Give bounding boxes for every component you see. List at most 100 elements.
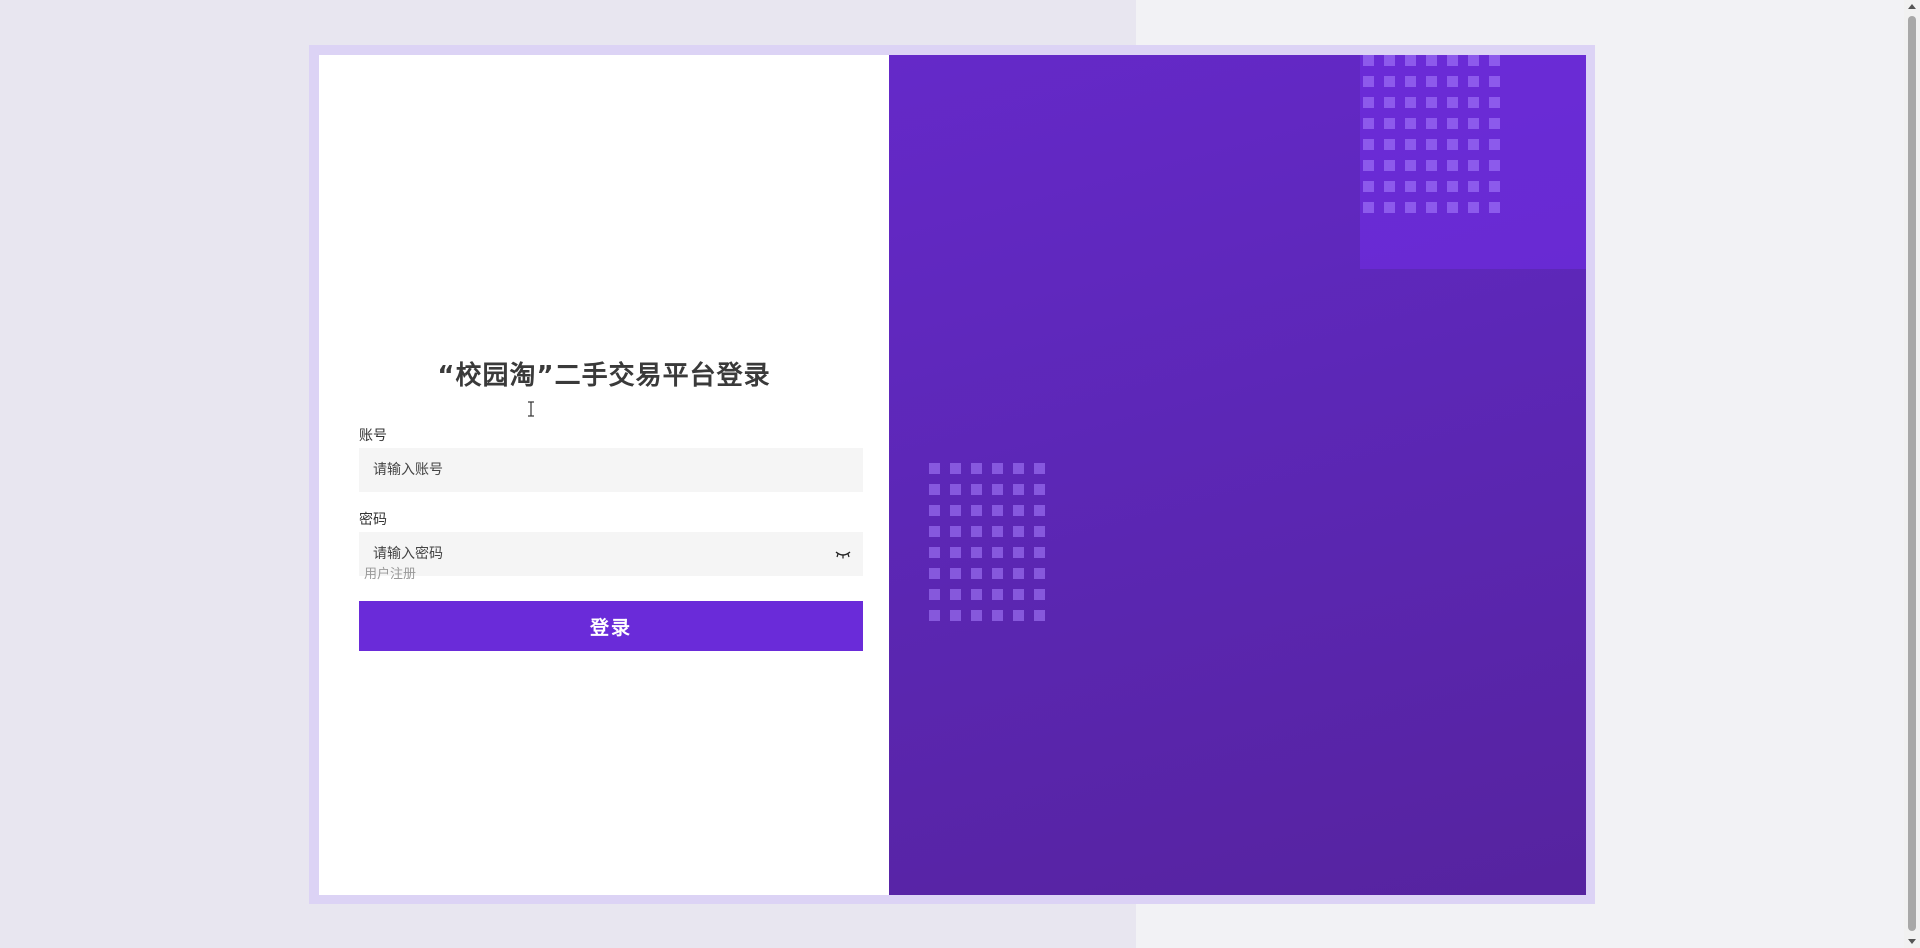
grid-dot — [950, 505, 961, 516]
grid-dot — [992, 547, 1003, 558]
grid-dot — [1034, 484, 1045, 495]
grid-dot — [950, 589, 961, 600]
grid-dot — [1013, 505, 1024, 516]
grid-dot — [971, 610, 982, 621]
grid-dot — [1034, 589, 1045, 600]
grid-dot — [1363, 139, 1374, 150]
grid-dot — [992, 463, 1003, 474]
grid-dot — [1405, 160, 1416, 171]
grid-dot — [1384, 181, 1395, 192]
grid-dot — [1489, 76, 1500, 87]
grid-dot — [1405, 181, 1416, 192]
grid-dot — [1468, 118, 1479, 129]
grid-dot — [992, 505, 1003, 516]
grid-dot — [1489, 160, 1500, 171]
grid-dot — [971, 568, 982, 579]
grid-dot — [971, 484, 982, 495]
grid-dot — [1034, 547, 1045, 558]
grid-dot — [1489, 202, 1500, 213]
grid-dot — [1426, 181, 1437, 192]
grid-dot — [1013, 547, 1024, 558]
grid-dot — [950, 568, 961, 579]
grid-dot — [1426, 76, 1437, 87]
grid-dot — [1447, 118, 1458, 129]
grid-dot — [1013, 526, 1024, 537]
grid-dot — [1363, 55, 1374, 66]
grid-dot — [1013, 463, 1024, 474]
grid-dot — [1384, 76, 1395, 87]
grid-dot — [1405, 139, 1416, 150]
grid-dot — [1405, 118, 1416, 129]
grid-dot — [1405, 76, 1416, 87]
grid-dot — [1363, 118, 1374, 129]
grid-dot — [1468, 202, 1479, 213]
grid-dot — [992, 589, 1003, 600]
password-input[interactable] — [371, 545, 835, 563]
grid-dot — [1468, 97, 1479, 108]
grid-dot — [1384, 97, 1395, 108]
grid-dot — [1447, 55, 1458, 66]
grid-dot — [1405, 55, 1416, 66]
account-input[interactable] — [371, 461, 851, 479]
grid-dot — [929, 484, 940, 495]
grid-dot — [1447, 139, 1458, 150]
grid-dot — [950, 610, 961, 621]
account-label: 账号 — [359, 428, 387, 444]
grid-dot — [992, 526, 1003, 537]
grid-dot — [1034, 463, 1045, 474]
grid-dot — [929, 547, 940, 558]
grid-dot — [1384, 118, 1395, 129]
grid-dot — [1468, 160, 1479, 171]
eye-closed-icon[interactable] — [835, 549, 851, 559]
grid-dot — [1426, 97, 1437, 108]
grid-dot — [1426, 139, 1437, 150]
login-pane: “校园淘”二手交易平台登录 账号 密码 用户注册 登录 — [319, 55, 889, 895]
grid-dot — [1489, 118, 1500, 129]
grid-dot — [1034, 610, 1045, 621]
grid-dot — [1489, 55, 1500, 66]
grid-dot — [1405, 202, 1416, 213]
grid-dot — [929, 463, 940, 474]
grid-dot — [1363, 76, 1374, 87]
grid-dot — [1426, 160, 1437, 171]
login-button[interactable]: 登录 — [359, 601, 863, 651]
register-link[interactable]: 用户注册 — [364, 563, 416, 582]
grid-dot — [971, 547, 982, 558]
grid-dot — [1489, 139, 1500, 150]
scrollbar-thumb[interactable] — [1908, 16, 1916, 931]
grid-dot — [1363, 97, 1374, 108]
grid-dot — [1384, 160, 1395, 171]
grid-dot — [1468, 76, 1479, 87]
grid-dot — [950, 547, 961, 558]
grid-dot — [950, 526, 961, 537]
grid-dot — [929, 589, 940, 600]
grid-dot — [1447, 202, 1458, 213]
grid-dot — [929, 526, 940, 537]
grid-dot — [992, 610, 1003, 621]
grid-dot — [1447, 181, 1458, 192]
grid-dot — [992, 568, 1003, 579]
password-label: 密码 — [359, 512, 387, 528]
grid-dot — [992, 484, 1003, 495]
account-field-wrapper — [359, 448, 863, 492]
grid-dot — [1489, 97, 1500, 108]
grid-dot — [1426, 55, 1437, 66]
login-card: “校园淘”二手交易平台登录 账号 密码 用户注册 登录 — [319, 55, 1586, 895]
grid-dot — [1363, 181, 1374, 192]
grid-dot — [971, 589, 982, 600]
scroll-down-arrow-icon[interactable] — [1908, 939, 1916, 944]
password-field-wrapper — [359, 532, 863, 576]
grid-dot — [1384, 139, 1395, 150]
grid-dot — [1447, 97, 1458, 108]
dot-grid-top-right — [1363, 55, 1500, 213]
page-title: “校园淘”二手交易平台登录 — [437, 361, 771, 391]
grid-dot — [1034, 505, 1045, 516]
grid-dot — [1489, 181, 1500, 192]
grid-dot — [1447, 160, 1458, 171]
grid-dot — [1468, 139, 1479, 150]
grid-dot — [1468, 55, 1479, 66]
page-scrollbar[interactable] — [1904, 0, 1920, 948]
grid-dot — [929, 610, 940, 621]
grid-dot — [1384, 202, 1395, 213]
scroll-up-arrow-icon[interactable] — [1908, 4, 1916, 9]
